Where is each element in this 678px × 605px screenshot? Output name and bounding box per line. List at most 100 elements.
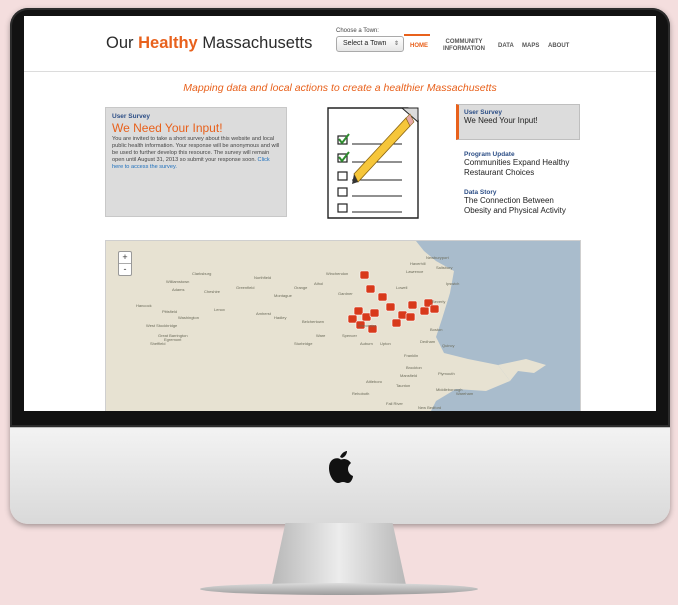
map-town-label: Lowell xyxy=(396,285,408,290)
map-town-label: Hancock xyxy=(136,303,152,308)
nav-data[interactable]: DATA xyxy=(498,43,514,49)
map-town-label: Orange xyxy=(294,285,308,290)
map-town-label: Greenfield xyxy=(236,285,255,290)
map-marker[interactable] xyxy=(391,318,402,328)
map-town-label: Fall River xyxy=(386,401,403,406)
chin-divider xyxy=(10,427,670,428)
map-town-label: Sturbridge xyxy=(294,341,313,346)
town-map[interactable]: + - Clarksburg Williamstown Adams Cheshire H… xyxy=(105,240,581,411)
map-marker[interactable] xyxy=(419,306,430,316)
map-town-label: Williamstown xyxy=(166,279,190,284)
map-town-label: Salisbury xyxy=(436,265,453,270)
site-tagline: Mapping data and local actions to create… xyxy=(183,82,497,94)
logo-highlight: Healthy xyxy=(138,34,198,52)
map-town-label: West Stockbridge xyxy=(146,323,178,328)
story-kicker: User Survey xyxy=(464,109,502,116)
checklist-illustration xyxy=(327,107,419,219)
map-town-label: Auburn xyxy=(360,341,373,346)
nav-about[interactable]: ABOUT xyxy=(548,43,569,49)
site-header: Our Healthy Massachusetts Choose a Town:… xyxy=(24,16,656,72)
map-town-label: Boston xyxy=(430,327,443,332)
story-kicker: Program Update xyxy=(464,151,515,158)
map-town-label: Pittsfield xyxy=(162,309,178,314)
map-marker[interactable] xyxy=(377,292,388,302)
story-title: We Need Your Input! xyxy=(464,116,538,125)
zoom-control: + - xyxy=(118,251,132,276)
survey-card: User Survey We Need Your Input! You are … xyxy=(105,107,287,217)
apple-logo-icon xyxy=(329,451,353,483)
map-town-label: Brockton xyxy=(406,365,422,370)
map-marker[interactable] xyxy=(361,312,372,322)
map-marker[interactable] xyxy=(365,284,376,294)
map-marker[interactable] xyxy=(405,312,416,322)
map-marker[interactable] xyxy=(397,310,408,320)
survey-title: We Need Your Input! xyxy=(112,121,223,135)
story-title: The Connection Between Obesity and Physi… xyxy=(464,196,566,215)
map-town-label: Spencer xyxy=(342,333,357,338)
survey-body-text: You are invited to take a short survey a… xyxy=(112,136,280,163)
map-town-label: Lenox xyxy=(214,307,225,312)
map-town-label: Ipswich xyxy=(446,281,460,286)
nav-maps[interactable]: MAPS xyxy=(522,43,539,49)
monitor-stand xyxy=(272,523,406,585)
map-town-label: Dedham xyxy=(420,339,436,344)
map-town-label: Newburyport xyxy=(426,255,449,260)
story-item[interactable]: Data Story The Connection Between Obesit… xyxy=(456,178,580,216)
site-logo[interactable]: Our Healthy Massachusetts xyxy=(106,34,312,53)
monitor-foot xyxy=(200,583,478,595)
map-marker[interactable] xyxy=(347,314,358,324)
map-town-label: Adams xyxy=(172,287,185,292)
nav-home[interactable]: HOME xyxy=(410,43,428,49)
map-town-label: Gardner xyxy=(338,291,353,296)
map-town-label: Winchendon xyxy=(326,271,349,276)
map-town-label: Ware xyxy=(316,333,326,338)
map-marker[interactable] xyxy=(353,306,364,316)
nav-community-information[interactable]: COMMUNITY INFORMATION xyxy=(440,39,488,53)
map-town-label: Haverhill xyxy=(410,261,426,266)
map-town-label: Washington xyxy=(178,315,199,320)
map-town-label: Clarksburg xyxy=(192,271,212,276)
map-town-label: Lawrence xyxy=(406,269,424,274)
screen: Our Healthy Massachusetts Choose a Town:… xyxy=(24,16,656,411)
map-marker[interactable] xyxy=(429,304,440,314)
map-town-label: Middleborough xyxy=(436,387,463,392)
map-town-label: Franklin xyxy=(404,353,419,358)
story-list: User Survey We Need Your Input! Program … xyxy=(456,104,580,216)
logo-suffix: Massachusetts xyxy=(202,34,313,52)
logo-prefix: Our xyxy=(106,34,134,52)
survey-kicker: User Survey xyxy=(112,113,150,120)
select-arrows-icon: ⇕ xyxy=(393,41,399,47)
map-town-label: New Bedford xyxy=(418,405,442,410)
map-marker[interactable] xyxy=(407,300,418,310)
active-nav-indicator xyxy=(404,34,430,36)
zoom-in-button[interactable]: + xyxy=(119,252,131,263)
map-town-label: Rehoboth xyxy=(352,391,370,396)
story-kicker: Data Story xyxy=(464,189,497,196)
map-marker[interactable] xyxy=(385,302,396,312)
story-item[interactable]: Program Update Communities Expand Health… xyxy=(456,140,580,178)
map-town-label: Amherst xyxy=(256,311,271,316)
map-town-label: Athol xyxy=(314,281,324,286)
story-title: Communities Expand Healthy Restaurant Ch… xyxy=(464,158,570,177)
map-town-label: Attleboro xyxy=(366,379,383,384)
map-town-label: Hadley xyxy=(274,315,287,320)
map-town-label: Egremont xyxy=(164,337,182,342)
map-town-label: Cheshire xyxy=(204,289,221,294)
map-town-label: Taunton xyxy=(396,383,411,388)
map-town-label: Belchertown xyxy=(302,319,325,324)
survey-body: You are invited to take a short survey a… xyxy=(112,136,280,171)
map-town-label: Plymouth xyxy=(438,371,455,376)
map-town-label: Quincy xyxy=(442,343,455,348)
map-marker[interactable] xyxy=(369,308,380,318)
map-town-label: Mansfield xyxy=(400,373,418,378)
zoom-out-button[interactable]: - xyxy=(119,263,131,275)
story-item-active[interactable]: User Survey We Need Your Input! xyxy=(456,104,580,140)
map-marker[interactable] xyxy=(359,270,370,280)
map-town-label: Montague xyxy=(274,293,292,298)
town-select[interactable]: Select a Town ⇕ xyxy=(336,36,404,52)
map-town-label: Beverly xyxy=(432,299,446,304)
town-chooser: Choose a Town: Select a Town ⇕ xyxy=(336,28,404,52)
town-select-value: Select a Town xyxy=(343,40,387,47)
map-town-label: Northfield xyxy=(254,275,272,280)
map-town-label: Worcester xyxy=(358,323,377,328)
